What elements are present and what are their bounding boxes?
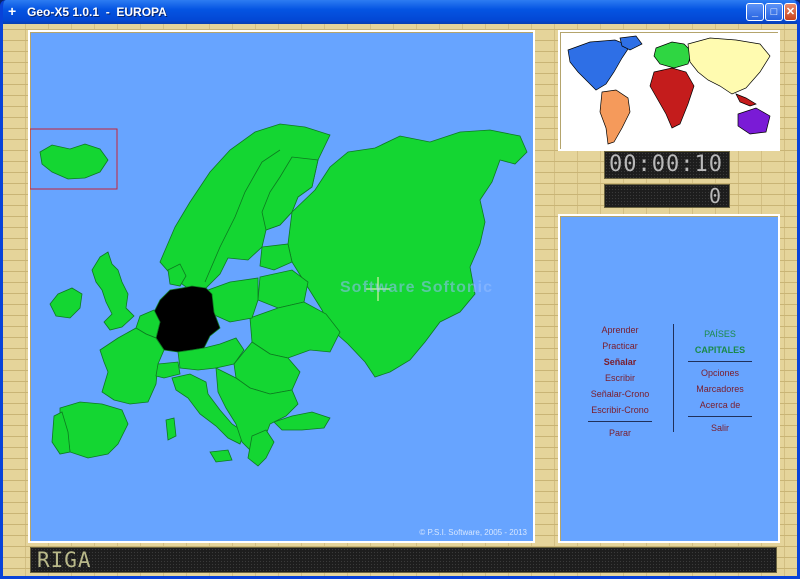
app-window: + Geo-X5 1.0.1 - EUROPA _ □ ✕ Software S…	[0, 0, 800, 579]
menu-senalar-crono[interactable]: Señalar-Crono	[580, 386, 660, 402]
title-bar[interactable]: + Geo-X5 1.0.1 - EUROPA _ □ ✕	[3, 0, 797, 24]
options-menu: PAÍSES CAPITALES Opciones Marcadores Ace…	[680, 326, 760, 436]
continent-north-america	[567, 39, 631, 91]
timer-display: 00:00:10	[604, 151, 730, 179]
country-uk	[91, 251, 135, 331]
client-area: Software Softonic © P.S.I. Software, 200…	[3, 24, 797, 576]
continent-oceania	[737, 107, 771, 135]
country-france	[99, 327, 165, 405]
mode-menu: Aprender Practicar Señalar Escribir Seña…	[580, 322, 660, 441]
continent-asia	[687, 37, 771, 95]
crosshair-app-icon: +	[8, 3, 17, 19]
copyright-text: © P.S.I. Software, 2005 - 2013	[419, 528, 527, 537]
menu-escribir[interactable]: Escribir	[580, 370, 660, 386]
menu-capitales[interactable]: CAPITALES	[680, 342, 760, 358]
continent-south-america	[599, 89, 631, 145]
menu-senalar[interactable]: Señalar	[580, 354, 660, 370]
menu-paises[interactable]: PAÍSES	[680, 326, 760, 342]
continent-islands	[735, 93, 757, 107]
continent-europe	[653, 41, 693, 69]
country-sardinia	[165, 417, 177, 441]
continent-africa	[649, 67, 695, 129]
country-ireland	[49, 287, 83, 319]
europe-map[interactable]: Software Softonic © P.S.I. Software, 200…	[28, 30, 535, 543]
answer-display: RIGA	[30, 547, 777, 573]
country-switzerland	[155, 361, 181, 379]
menu-parar[interactable]: Parar	[580, 425, 660, 441]
country-spain	[59, 401, 129, 459]
country-iceland	[39, 143, 109, 180]
menu-opciones[interactable]: Opciones	[680, 365, 760, 381]
world-map-selector[interactable]	[558, 30, 780, 151]
maximize-button[interactable]: □	[765, 3, 783, 21]
menu-panel: Aprender Practicar Señalar Escribir Seña…	[558, 214, 780, 543]
world-map-svg[interactable]	[560, 32, 778, 149]
close-button[interactable]: ✕	[784, 3, 797, 21]
menu-marcadores[interactable]: Marcadores	[680, 381, 760, 397]
menu-vertical-divider	[673, 324, 674, 432]
minimize-button[interactable]: _	[746, 3, 764, 21]
menu-escribir-crono[interactable]: Escribir-Crono	[580, 402, 660, 418]
menu-salir[interactable]: Salir	[680, 420, 760, 436]
country-sicily	[209, 449, 233, 463]
country-baltics	[259, 243, 293, 271]
window-title: Geo-X5 1.0.1 - EUROPA	[27, 5, 167, 19]
country-germany-highlighted	[153, 285, 221, 353]
menu-separator	[588, 421, 652, 422]
menu-aprender[interactable]: Aprender	[580, 322, 660, 338]
menu-acerca-de[interactable]: Acerca de	[680, 397, 760, 413]
menu-separator	[688, 416, 752, 417]
close-icon: ✕	[785, 6, 796, 18]
menu-separator	[688, 361, 752, 362]
menu-practicar[interactable]: Practicar	[580, 338, 660, 354]
score-display: 0	[604, 184, 730, 208]
watermark: Software Softonic	[340, 279, 494, 296]
